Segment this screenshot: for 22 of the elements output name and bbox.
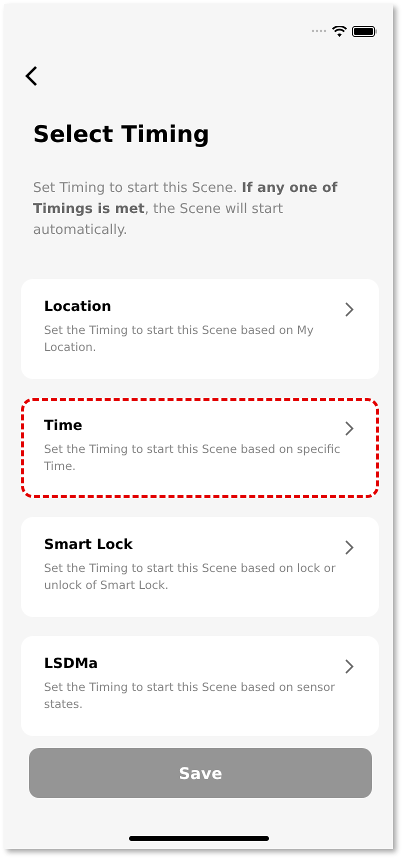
back-button[interactable] — [24, 64, 40, 88]
signal-icon — [311, 29, 327, 33]
chevron-right-icon — [345, 302, 354, 317]
option-description: Set the Timing to start this Scene based on My Location. — [44, 322, 315, 356]
page-title: Select Timing — [33, 122, 211, 148]
timing-option-card[interactable]: LSDMa Set the Timing to start this Scene based on sensor states. — [21, 636, 379, 736]
option-title: Location — [44, 299, 112, 315]
chevron-right-icon — [345, 421, 354, 436]
battery-icon — [352, 26, 377, 36]
chevron-right-icon — [345, 659, 354, 674]
option-title: LSDMa — [44, 656, 100, 672]
description-text: Set Timing to start this Scene. If any one of Timings is met, the Scene will start automatically. — [33, 179, 338, 240]
timing-option-card[interactable]: Smart Lock Set the Timing to start this Scene based on lock or unlock of Smart Lock. — [21, 517, 379, 617]
option-description: Set the Timing to start this Scene based on lock or unlock of Smart Lock. — [44, 560, 337, 594]
wifi-icon — [332, 26, 347, 36]
option-title: Smart Lock — [44, 537, 134, 553]
option-title: Time — [44, 418, 84, 434]
chevron-right-icon — [345, 540, 354, 555]
option-description: Set the Timing to start this Scene based on specific Time. — [44, 441, 342, 475]
timing-option-card[interactable]: Time Set the Timing to start this Scene based on specific Time. — [21, 398, 379, 498]
timing-option-card[interactable]: Location Set the Timing to start this Scene based on My Location. — [21, 279, 379, 379]
option-description: Set the Timing to start this Scene based on sensor states. — [44, 679, 336, 713]
